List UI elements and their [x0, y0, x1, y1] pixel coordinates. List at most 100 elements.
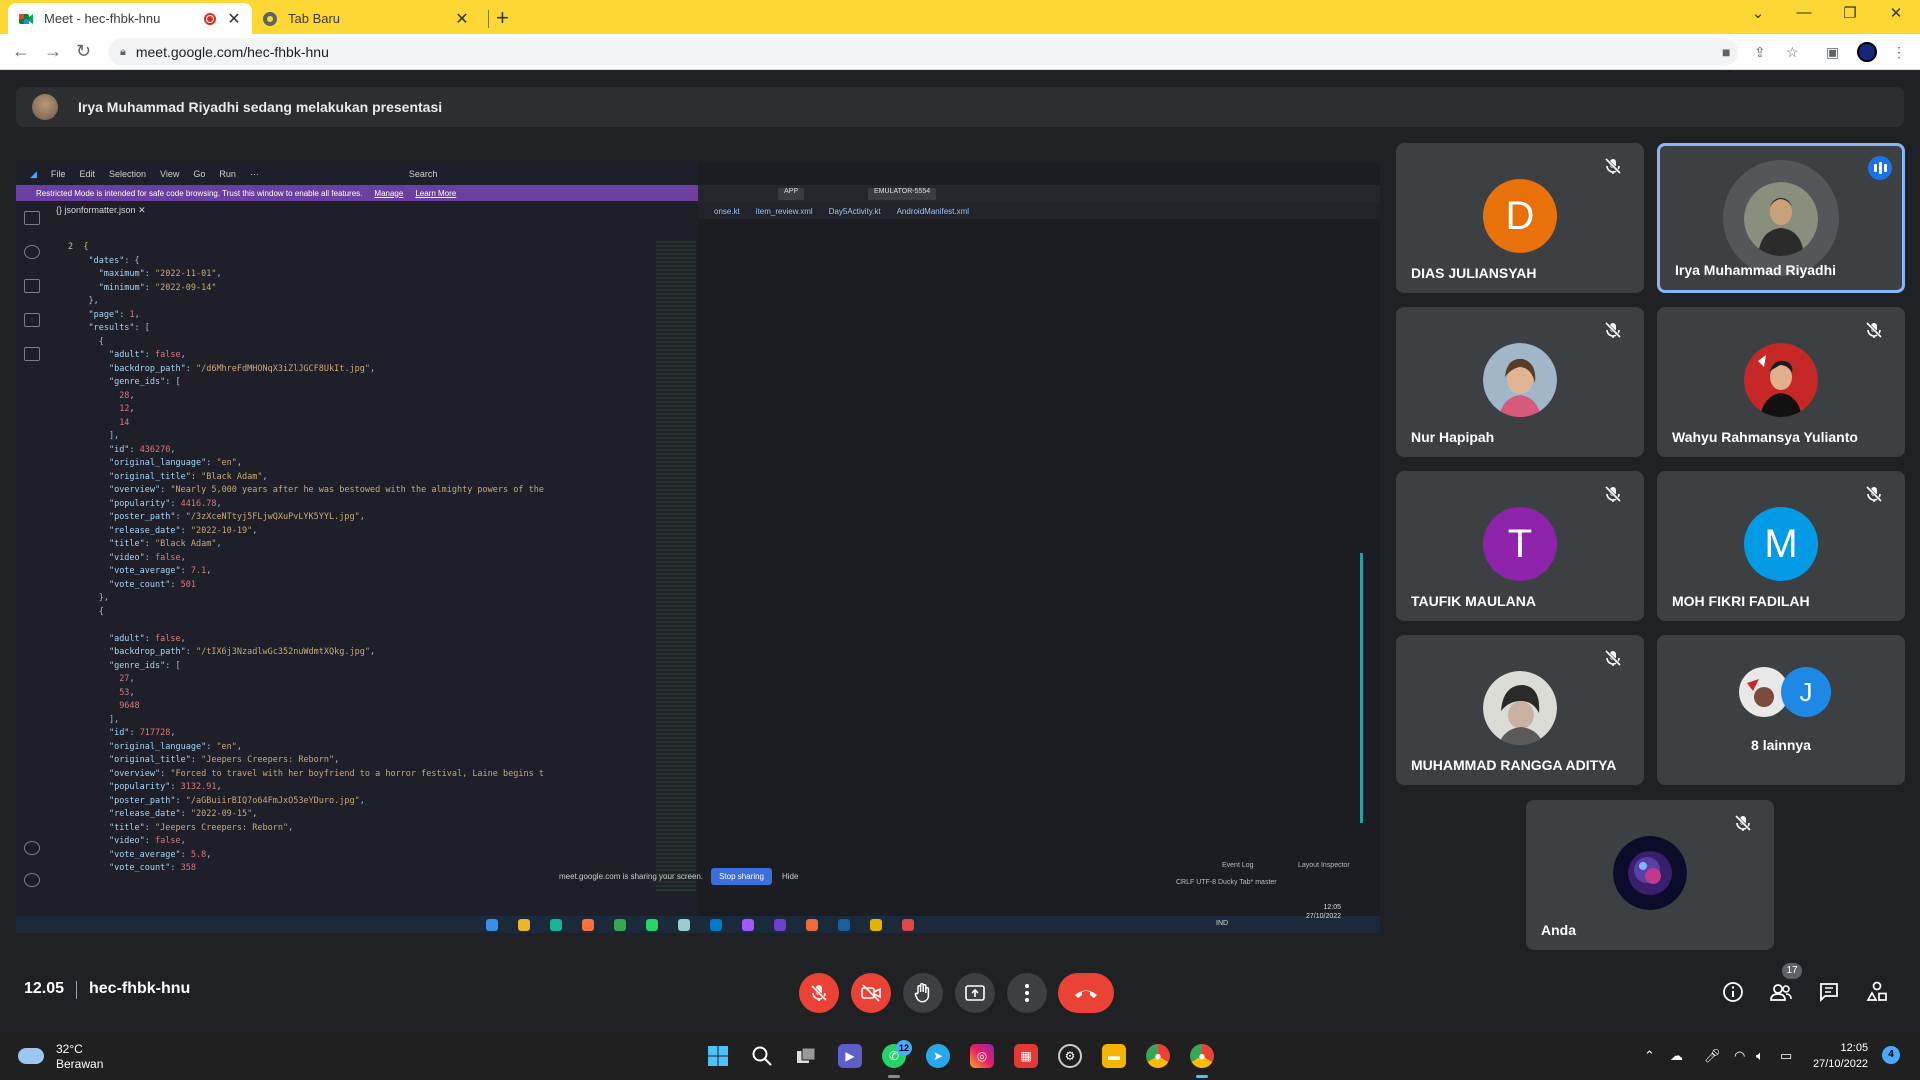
participant-name: Wahyu Rahmansya Yulianto — [1672, 429, 1858, 445]
telegram-icon[interactable]: ➤ — [926, 1044, 950, 1068]
battery-icon[interactable]: ▭ — [1780, 1048, 1792, 1064]
restricted-learn-more: Learn More — [415, 188, 457, 198]
restricted-manage: Manage — [374, 188, 404, 198]
info-icon — [1723, 982, 1743, 1002]
run-debug-icon — [24, 313, 40, 327]
self-tile[interactable]: Anda — [1526, 800, 1774, 950]
show-hidden-icons[interactable]: ⌃ — [1644, 1048, 1655, 1064]
toggle-camera-button[interactable] — [851, 973, 891, 1013]
shared-whatsapp-icon — [646, 919, 658, 931]
activities-button[interactable] — [1864, 979, 1890, 1005]
close-window-icon[interactable]: ✕ — [1873, 4, 1919, 22]
shared-tray-lang: IND — [1216, 920, 1229, 927]
tab-search-icon[interactable]: ⌄ — [1735, 4, 1781, 22]
participant-tile[interactable]: MUHAMMAD RANGGA ADITYA — [1396, 635, 1644, 785]
back-icon[interactable]: ← — [12, 41, 30, 62]
self-photo — [1613, 836, 1687, 910]
participant-tile-speaking[interactable]: Irya Muhammad Riyadhi — [1657, 143, 1905, 293]
close-tab-icon[interactable]: ✕ — [454, 9, 470, 29]
address-bar-row: ← → ↻ 🔒︎ meet.google.com/hec-fhbk-hnu ■ … — [0, 34, 1920, 70]
line-number: 2 — [68, 242, 74, 252]
task-view-icon — [797, 1047, 816, 1063]
presenter-banner: Irya Muhammad Riyadhi sedang melakukan p… — [16, 87, 1904, 127]
tab-meet[interactable]: Meet - hec-fhbk-hnu ✕ — [8, 3, 252, 34]
weather-widget[interactable]: 32°C Berawan — [18, 1042, 103, 1072]
participant-tile[interactable]: D DIAS JULIANSYAH — [1396, 143, 1644, 293]
profile-avatar[interactable] — [1857, 42, 1877, 62]
others-tile[interactable]: J 8 lainnya — [1657, 635, 1905, 785]
menu-kebab-icon[interactable]: ⋮ — [1892, 44, 1906, 61]
more-options-button[interactable] — [1007, 973, 1047, 1013]
toggle-microphone-button[interactable] — [799, 973, 839, 1013]
raise-hand-button[interactable] — [903, 973, 943, 1013]
tab-new[interactable]: Tab Baru ✕ — [252, 3, 480, 34]
participant-avatar: M — [1744, 507, 1818, 581]
participant-tile[interactable]: M MOH FIKRI FADILAH — [1657, 471, 1905, 621]
sharing-notice-text: meet.google.com is sharing your screen. — [559, 871, 704, 881]
shared-chrome-icon — [614, 919, 626, 931]
wifi-icon[interactable]: ◠ — [1734, 1048, 1745, 1064]
microphone-icon[interactable]: 🎤︎ — [1704, 1048, 1721, 1064]
chrome-profile-icon[interactable]: ● — [1190, 1044, 1214, 1068]
photos-app-icon[interactable]: ▦ — [1014, 1044, 1038, 1068]
participant-tile[interactable]: Nur Hapipah — [1396, 307, 1644, 457]
start-button[interactable] — [706, 1044, 730, 1068]
camera-icon[interactable]: ■ — [1722, 44, 1730, 60]
url-field[interactable]: 🔒︎ meet.google.com/hec-fhbk-hnu — [108, 38, 1738, 66]
participant-name: MUHAMMAD RANGGA ADITYA — [1411, 757, 1617, 773]
stop-sharing-button: Stop sharing — [711, 867, 772, 885]
teams-chat-icon[interactable]: ▶ — [838, 1044, 862, 1068]
leave-call-button[interactable] — [1058, 973, 1114, 1013]
task-view-button[interactable] — [794, 1044, 818, 1068]
vscode-menu-run: Run — [219, 169, 236, 179]
onedrive-icon[interactable]: ☁ — [1670, 1048, 1683, 1064]
close-tab-icon[interactable]: ✕ — [226, 9, 242, 29]
participant-tile[interactable]: Wahyu Rahmansya Yulianto — [1657, 307, 1905, 457]
participant-name: Anda — [1541, 922, 1576, 938]
divider — [76, 981, 77, 999]
new-tab-button[interactable]: + — [496, 5, 509, 31]
studio-tab: Day5Activity.kt — [828, 206, 881, 216]
tab-title: Tab Baru — [288, 11, 341, 26]
mic-off-icon — [810, 984, 828, 1002]
bookmark-star-icon[interactable]: ☆ — [1786, 44, 1799, 61]
system-clock[interactable]: 12:05 27/10/2022 — [1813, 1040, 1868, 1072]
forward-icon[interactable]: → — [44, 41, 62, 62]
studio-scrollbar — [1360, 553, 1363, 823]
volume-icon[interactable]: 🔈︎ — [1756, 1048, 1764, 1064]
minimize-icon[interactable]: — — [1781, 4, 1827, 21]
studio-tab: item_review.xml — [755, 206, 813, 216]
others-letter-avatar: J — [1781, 667, 1831, 717]
vscode-menu-go: Go — [193, 169, 206, 179]
editor-tab-jsonformatter: {} jsonformatter.json ✕ — [56, 205, 146, 215]
chrome-icon[interactable]: ● — [1146, 1044, 1170, 1068]
participant-name: MOH FIKRI FADILAH — [1672, 593, 1810, 609]
steam-icon[interactable]: ⚙ — [1058, 1044, 1082, 1068]
participant-photo — [1744, 343, 1818, 417]
mic-off-icon — [1604, 649, 1622, 667]
people-button[interactable] — [1768, 979, 1794, 1005]
search-icon — [24, 245, 40, 259]
share-icon[interactable]: ⇪ — [1754, 44, 1766, 61]
meet-favicon-icon — [18, 11, 34, 27]
active-indicator — [1196, 1075, 1208, 1078]
chat-button[interactable] — [1816, 979, 1842, 1005]
side-panel-icon[interactable]: ▣ — [1826, 44, 1839, 61]
restore-icon[interactable]: ❐ — [1827, 4, 1873, 22]
taskbar-search-button[interactable] — [750, 1044, 774, 1068]
notification-count[interactable]: 4 — [1882, 1046, 1900, 1064]
file-explorer-icon[interactable]: ▬ — [1102, 1044, 1126, 1068]
browser-tab-strip: Meet - hec-fhbk-hnu ✕ Tab Baru ✕ + ⌄ — ❐… — [0, 0, 1920, 34]
instagram-icon[interactable]: ◎ — [970, 1044, 994, 1068]
reload-icon[interactable]: ↻ — [76, 41, 91, 62]
meeting-details-button[interactable] — [1720, 979, 1746, 1005]
clock-date: 27/10/2022 — [1813, 1058, 1869, 1070]
shared-screen: ◢ File Edit Selection View Go Run ··· Se… — [16, 163, 1380, 933]
shared-vscode-icon — [710, 919, 722, 931]
extensions-icon — [24, 347, 40, 361]
present-screen-button[interactable] — [955, 973, 995, 1013]
participant-tile[interactable]: T TAUFIK MAULANA — [1396, 471, 1644, 621]
shared-start-icon — [486, 919, 498, 931]
clock-time: 12:05 — [1840, 1042, 1869, 1054]
camera-off-icon — [861, 984, 881, 1002]
